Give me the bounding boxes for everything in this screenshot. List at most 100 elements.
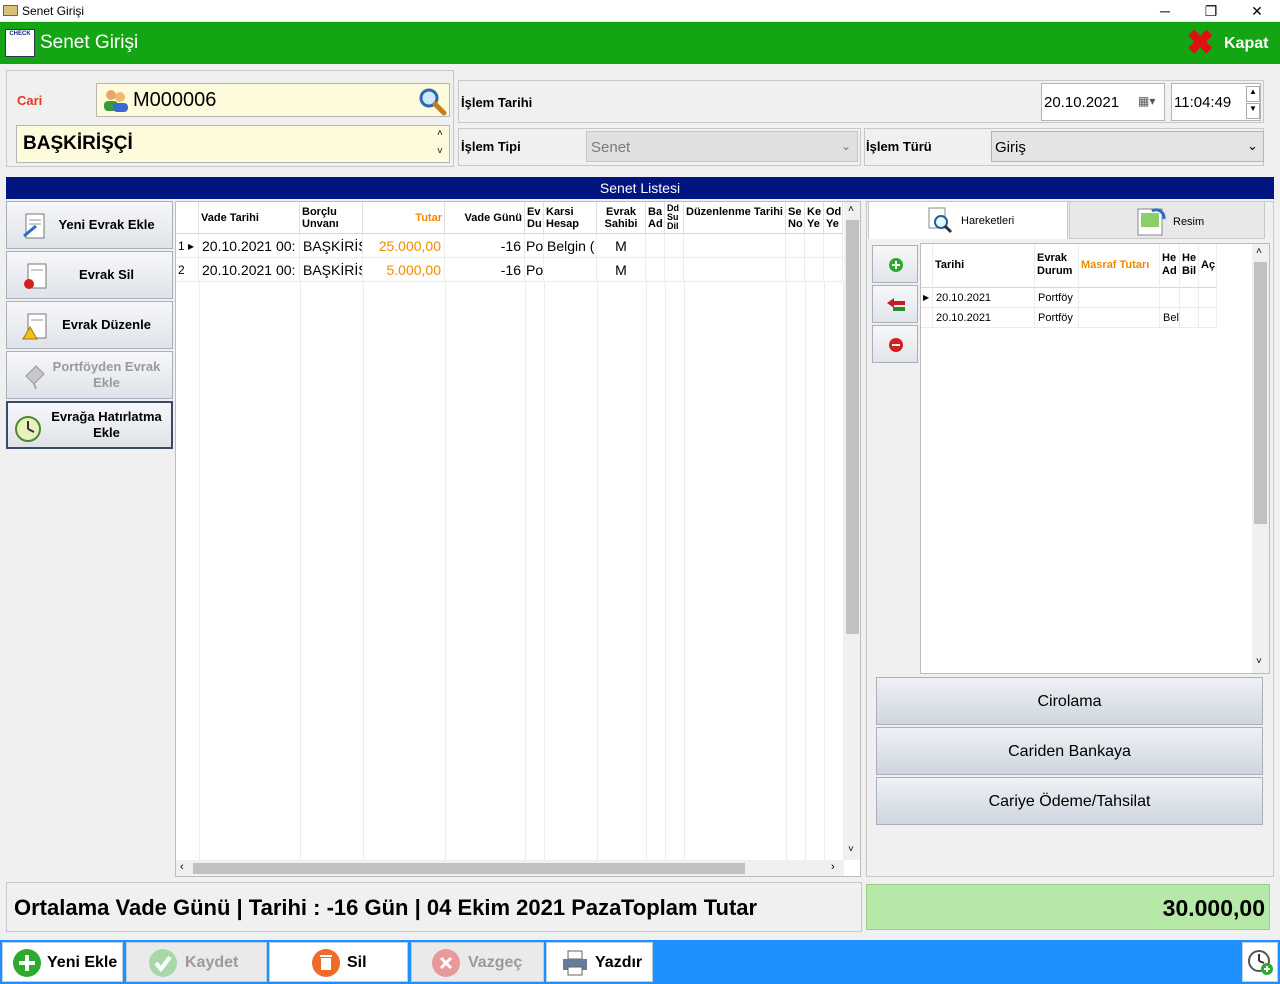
- grid-header[interactable]: Dd Su Dil: [665, 202, 684, 234]
- senet-grid[interactable]: Vade Tarihi Borçlu Unvanı Tutar Vade Gün…: [175, 201, 861, 877]
- table-cell[interactable]: [665, 234, 684, 258]
- scroll-up-icon[interactable]: ˄: [848, 204, 854, 215]
- grid-header[interactable]: Ev Du: [525, 202, 544, 234]
- table-cell[interactable]: [1180, 288, 1199, 308]
- cirolama-button[interactable]: Cirolama: [876, 677, 1263, 725]
- evrak-duzenle-button[interactable]: Evrak Düzenle: [6, 301, 173, 349]
- time-up-icon[interactable]: ▲: [1246, 86, 1260, 102]
- vertical-scrollbar[interactable]: ˄ ˅: [1252, 244, 1269, 673]
- table-cell[interactable]: Portföy: [1035, 288, 1079, 308]
- grid-header[interactable]: Evrak Durum: [1035, 244, 1079, 288]
- search-icon[interactable]: [417, 86, 447, 116]
- scroll-right-icon[interactable]: ›: [831, 861, 835, 873]
- grid-header[interactable]: Karsi Hesap: [544, 202, 597, 234]
- cari-code-field[interactable]: M000006: [96, 83, 450, 117]
- grid-header[interactable]: He Ad: [1160, 244, 1180, 288]
- vertical-scrollbar[interactable]: ˄ ˅: [844, 202, 860, 860]
- grid-header[interactable]: Evrak Sahibi: [597, 202, 646, 234]
- table-cell[interactable]: [1079, 308, 1160, 328]
- grid-header[interactable]: He Bil: [1180, 244, 1199, 288]
- table-cell[interactable]: [665, 258, 684, 282]
- table-cell[interactable]: 25.000,00: [363, 234, 445, 258]
- islem-date-field[interactable]: 20.10.2021 ▦▾: [1041, 83, 1165, 121]
- table-cell[interactable]: Bel: [1160, 308, 1180, 328]
- scroll-thumb[interactable]: [1254, 262, 1267, 524]
- window-close-button[interactable]: ✕: [1234, 0, 1280, 22]
- sil-button[interactable]: Sil: [269, 942, 408, 982]
- table-cell[interactable]: 20.10.2021 00:: [199, 234, 300, 258]
- reminder-add-button[interactable]: [1242, 942, 1278, 982]
- remove-movement-button[interactable]: [872, 325, 918, 363]
- cariye-odeme-tahsilat-button[interactable]: Cariye Ödeme/Tahsilat: [876, 777, 1263, 825]
- hareketler-grid[interactable]: Tarihi Evrak Durum Masraf Tutarı He Ad H…: [920, 243, 1270, 674]
- table-cell[interactable]: Belgin (: [544, 234, 597, 258]
- maximize-button[interactable]: ❐: [1188, 0, 1234, 22]
- evrak-sil-button[interactable]: Evrak Sil: [6, 251, 173, 299]
- grid-header[interactable]: Vade Tarihi: [199, 202, 300, 234]
- undo-movement-button[interactable]: [872, 285, 918, 323]
- table-cell[interactable]: Po: [525, 258, 544, 282]
- table-cell[interactable]: BAŞKİRİŞ: [300, 258, 363, 282]
- table-cell[interactable]: M: [597, 234, 646, 258]
- table-cell[interactable]: [1199, 308, 1217, 328]
- scroll-up-icon[interactable]: ˄: [437, 128, 443, 139]
- grid-header[interactable]: Vade Günü: [445, 202, 525, 234]
- table-cell[interactable]: [805, 234, 824, 258]
- table-cell[interactable]: 5.000,00: [363, 258, 445, 282]
- scroll-down-icon[interactable]: ˅: [437, 146, 443, 157]
- table-cell[interactable]: -16: [445, 258, 525, 282]
- scroll-thumb[interactable]: [846, 220, 859, 634]
- scroll-down-icon[interactable]: ˅: [848, 844, 854, 855]
- table-cell[interactable]: Portföy: [1035, 308, 1079, 328]
- table-cell[interactable]: [646, 234, 665, 258]
- table-cell[interactable]: [786, 258, 805, 282]
- table-cell[interactable]: [1079, 288, 1160, 308]
- grid-header[interactable]: Ba Ad: [646, 202, 665, 234]
- grid-header[interactable]: Se No: [786, 202, 805, 234]
- table-cell[interactable]: [1180, 308, 1199, 328]
- table-cell[interactable]: [684, 258, 786, 282]
- yeni-ekle-button[interactable]: Yeni Ekle: [2, 942, 123, 982]
- table-cell[interactable]: Po: [525, 234, 544, 258]
- grid-header[interactable]: Ke Ye: [805, 202, 824, 234]
- horizontal-scrollbar[interactable]: ‹ ›: [176, 860, 844, 876]
- islem-turu-select[interactable]: Giriş ⌄: [991, 131, 1264, 162]
- table-cell[interactable]: [786, 234, 805, 258]
- table-cell[interactable]: [805, 258, 824, 282]
- calendar-icon[interactable]: ▦▾: [1138, 94, 1155, 108]
- add-movement-button[interactable]: [872, 245, 918, 283]
- scroll-left-icon[interactable]: ‹: [180, 861, 184, 873]
- table-cell[interactable]: [1199, 288, 1217, 308]
- scroll-down-icon[interactable]: ˅: [1256, 656, 1262, 667]
- chevron-down-icon[interactable]: ⌄: [1247, 138, 1258, 154]
- evraga-hatirlatma-ekle-button[interactable]: Evrağa Hatırlatma Ekle: [6, 401, 173, 449]
- cari-name-field[interactable]: BAŞKİRİŞÇİ ˄ ˅: [16, 125, 450, 163]
- grid-header[interactable]: Borçlu Unvanı: [300, 202, 363, 234]
- table-cell[interactable]: [824, 234, 843, 258]
- table-cell[interactable]: 20.10.2021: [933, 308, 1035, 328]
- grid-header[interactable]: Düzenlenme Tarihi: [684, 202, 786, 234]
- scroll-up-icon[interactable]: ˄: [1256, 246, 1262, 257]
- grid-header[interactable]: Od Ye: [824, 202, 843, 234]
- islem-time-field[interactable]: 11:04:49 ▲ ▼: [1171, 83, 1261, 121]
- scroll-thumb[interactable]: [193, 863, 745, 874]
- table-cell[interactable]: BAŞKİRİŞ: [300, 234, 363, 258]
- table-cell[interactable]: [1160, 288, 1180, 308]
- kapat-button[interactable]: ✖ Kapat: [1186, 26, 1276, 60]
- minimize-button[interactable]: ─: [1142, 0, 1188, 22]
- grid-header[interactable]: Masraf Tutarı: [1079, 244, 1160, 288]
- cariden-bankaya-button[interactable]: Cariden Bankaya: [876, 727, 1263, 775]
- grid-header[interactable]: Tutar: [363, 202, 445, 234]
- grid-header[interactable]: Aç: [1199, 244, 1217, 288]
- yazdir-button[interactable]: Yazdır: [546, 942, 653, 982]
- table-cell[interactable]: [646, 258, 665, 282]
- table-cell[interactable]: 20.10.2021 00:: [199, 258, 300, 282]
- tab-hareketleri[interactable]: Hareketleri: [868, 201, 1068, 239]
- table-cell[interactable]: [544, 258, 597, 282]
- table-cell[interactable]: [684, 234, 786, 258]
- yeni-evrak-ekle-button[interactable]: Yeni Evrak Ekle: [6, 201, 173, 249]
- time-down-icon[interactable]: ▼: [1246, 103, 1260, 119]
- table-cell[interactable]: [824, 258, 843, 282]
- table-cell[interactable]: M: [597, 258, 646, 282]
- table-cell[interactable]: 20.10.2021: [933, 288, 1035, 308]
